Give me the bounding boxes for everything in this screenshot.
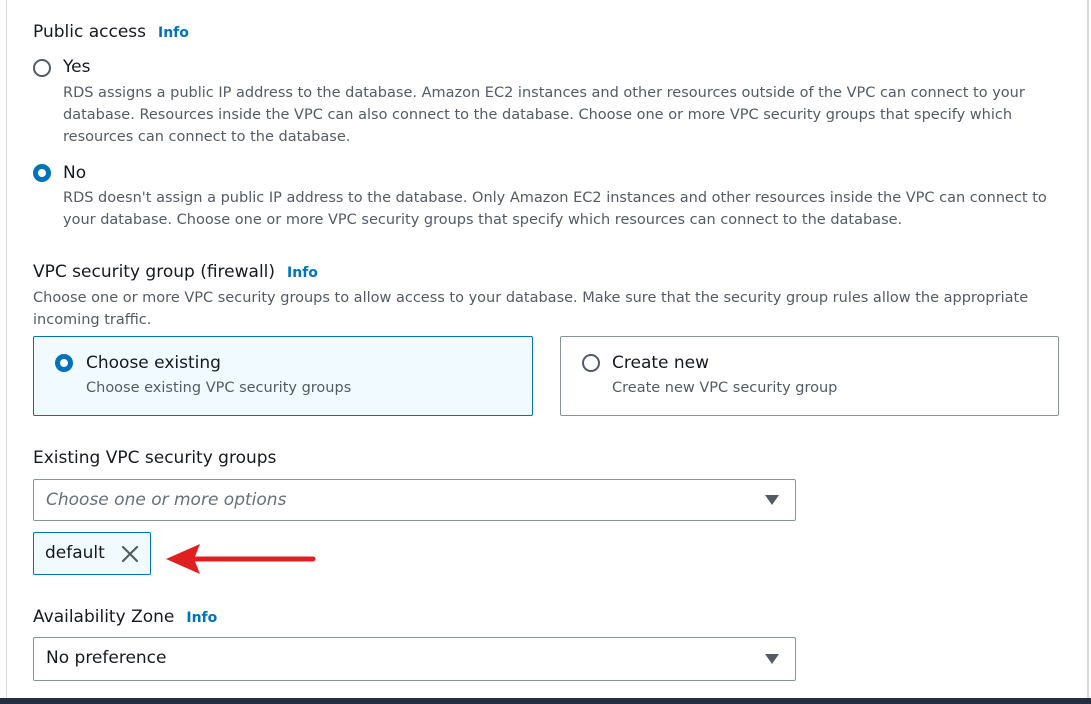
security-group-token: default	[33, 532, 151, 575]
public-access-info-link[interactable]: Info	[158, 25, 189, 41]
vpc-security-group-info-link[interactable]: Info	[287, 265, 318, 281]
red-arrow-annotation	[166, 544, 316, 574]
choose-existing-tile[interactable]: Choose existing Choose existing VPC secu…	[33, 336, 533, 416]
vpc-security-group-title: VPC security group (firewall)	[33, 262, 276, 282]
choose-existing-description: Choose existing VPC security groups	[86, 380, 352, 396]
vpc-security-group-heading: VPC security group (firewall) Info	[33, 261, 318, 284]
rds-connectivity-panel: Public access Info Yes RDS assigns a publ…	[0, 0, 1091, 704]
public-access-no-description: RDS doesn't assign a public IP address t…	[63, 190, 1047, 228]
public-access-yes-radio[interactable]	[33, 59, 51, 77]
public-access-yes-description: RDS assigns a public IP address to the d…	[63, 85, 1025, 145]
availability-zone-select[interactable]: No preference	[33, 637, 796, 681]
existing-groups-select[interactable]: Choose one or more options	[33, 479, 796, 521]
caret-down-icon	[765, 654, 779, 664]
panel-right-border	[1087, 0, 1089, 704]
public-access-heading: Public access Info	[33, 21, 189, 44]
create-new-label: Create new	[612, 353, 710, 373]
bottom-bar	[0, 698, 1091, 704]
public-access-no-label[interactable]: No	[63, 162, 86, 184]
choose-existing-label: Choose existing	[86, 353, 221, 373]
availability-zone-value: No preference	[46, 648, 167, 668]
create-new-description: Create new VPC security group	[612, 380, 838, 396]
public-access-no-radio[interactable]	[33, 164, 51, 182]
close-icon[interactable]	[120, 544, 140, 564]
availability-zone-info-link[interactable]: Info	[186, 610, 217, 626]
choose-existing-radio[interactable]	[55, 354, 73, 372]
caret-down-icon	[765, 495, 779, 505]
create-new-tile[interactable]: Create new Create new VPC security group	[560, 336, 1059, 416]
existing-groups-placeholder: Choose one or more options	[46, 490, 287, 510]
availability-zone-title: Availability Zone	[33, 607, 175, 627]
availability-zone-heading: Availability Zone Info	[33, 606, 217, 629]
create-new-radio[interactable]	[582, 354, 600, 372]
existing-groups-label: Existing VPC security groups	[33, 448, 277, 468]
vpc-security-group-description: Choose one or more VPC security groups t…	[33, 290, 1029, 328]
token-label: default	[45, 543, 105, 563]
public-access-yes-label[interactable]: Yes	[63, 56, 90, 78]
public-access-title: Public access	[33, 22, 146, 42]
panel-left-border	[6, 0, 7, 704]
